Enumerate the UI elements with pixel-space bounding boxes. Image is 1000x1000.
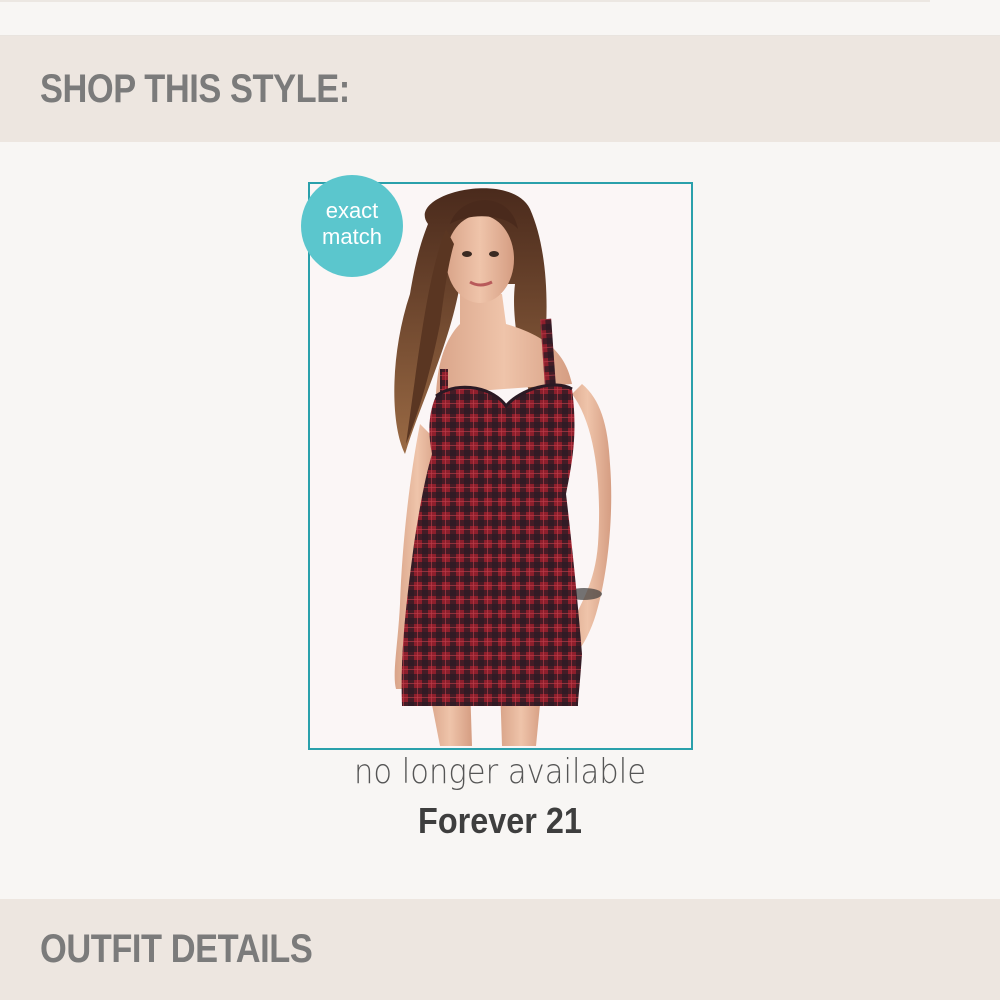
shop-this-style-header: SHOP THIS STYLE: — [0, 36, 1000, 142]
outfit-details-header[interactable]: OUTFIT DETAILS — [0, 899, 1000, 1000]
badge-line-1: exact — [325, 198, 379, 223]
brand-name[interactable]: Forever 21 — [50, 800, 950, 842]
availability-status: no longer available — [353, 752, 647, 792]
outfit-details-title: OUTFIT DETAILS — [40, 927, 313, 971]
shop-this-style-title: SHOP THIS STYLE: — [40, 66, 350, 111]
exact-match-badge: exact match — [301, 175, 403, 277]
top-strip — [0, 0, 1000, 36]
badge-line-2: match — [322, 224, 382, 249]
divider — [0, 0, 930, 2]
